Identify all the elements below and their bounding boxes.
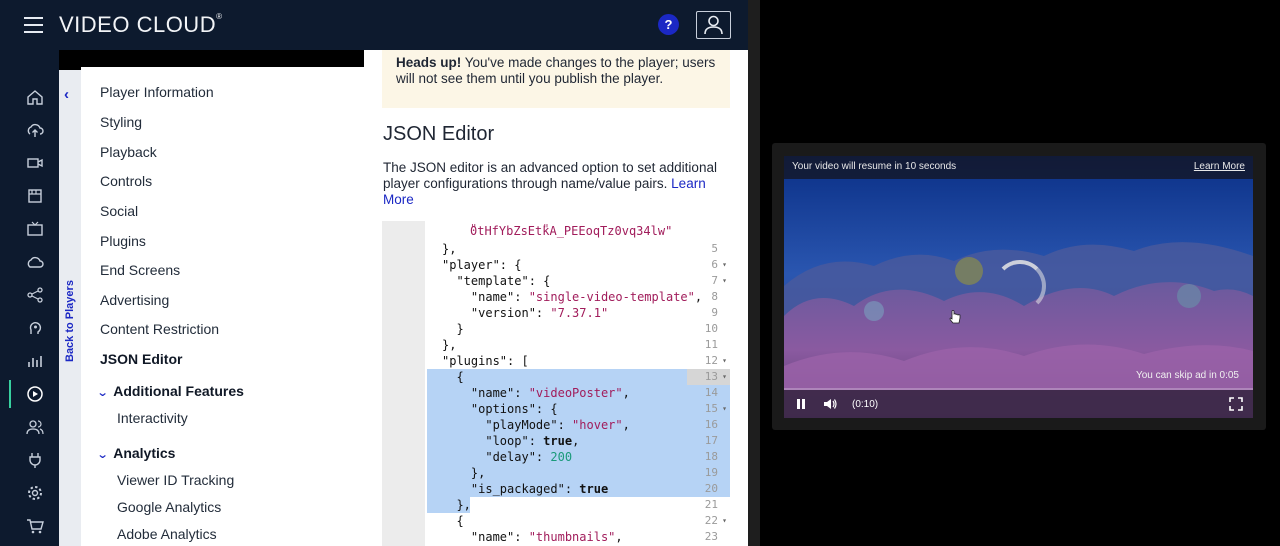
- code-line: "delay": 200: [442, 450, 573, 464]
- sidebar-item-playback[interactable]: Playback: [100, 144, 157, 160]
- code-line: },: [442, 338, 457, 352]
- upload-icon[interactable]: [14, 116, 54, 144]
- sidebar-item-adobe-analytics[interactable]: Adobe Analytics: [117, 526, 217, 542]
- line-number: 15: [687, 401, 730, 417]
- main-content: Heads up! You've made changes to the pla…: [364, 50, 748, 546]
- audience-icon[interactable]: [14, 314, 54, 342]
- line-number: 20: [704, 482, 718, 495]
- fullscreen-icon[interactable]: [1229, 397, 1243, 411]
- playback-time: (0:10): [852, 399, 879, 410]
- sidebar-item-interactivity[interactable]: Interactivity: [117, 410, 188, 426]
- code-line: "playMode": "hover",: [442, 418, 630, 432]
- code-line: "player": {: [442, 258, 522, 272]
- code-line: "name": "single-video-template",: [442, 290, 703, 304]
- code-line: "plugins": [: [442, 354, 529, 368]
- code-line: {: [442, 514, 464, 528]
- film-icon[interactable]: [14, 182, 54, 210]
- code-line: "template": {: [442, 274, 551, 288]
- gear-icon[interactable]: [14, 479, 54, 507]
- line-number: 10: [704, 322, 718, 335]
- sidebar-group-additional-features[interactable]: ⌄ Additional Features: [96, 383, 244, 399]
- line-number: 22: [687, 513, 730, 529]
- cart-icon[interactable]: [14, 512, 54, 540]
- code-line: "version": "7.37.1": [442, 306, 609, 320]
- video-player[interactable]: Your video will resume in 10 seconds Lea…: [784, 156, 1253, 418]
- line-number: 19: [704, 466, 718, 479]
- line-number: 17: [704, 434, 718, 447]
- home-icon[interactable]: [14, 83, 54, 111]
- tv-icon[interactable]: [14, 215, 54, 243]
- chevron-down-icon: ⌄: [96, 387, 109, 399]
- sidebar-item-controls[interactable]: Controls: [100, 173, 152, 189]
- pane-divider[interactable]: [748, 0, 760, 546]
- chevron-down-icon: ⌄: [96, 449, 109, 461]
- code-line: },: [442, 466, 486, 480]
- sidebar-group-analytics[interactable]: ⌄ Analytics: [96, 445, 176, 461]
- line-number: 13: [687, 369, 730, 385]
- players-icon[interactable]: [9, 380, 49, 408]
- alert-heading: Heads up!: [396, 55, 462, 70]
- player-settings-sidebar: Player Information Styling Playback Cont…: [81, 67, 364, 546]
- line-number: 12: [687, 353, 730, 369]
- sidebar-item-json-editor[interactable]: JSON Editor: [100, 351, 182, 367]
- sidebar-item-player-information[interactable]: Player Information: [100, 84, 214, 100]
- line-number-gutter: [382, 221, 425, 546]
- line-number: 11: [704, 338, 718, 351]
- line-number: 21: [704, 498, 718, 511]
- volume-icon[interactable]: [822, 396, 838, 412]
- code-fragment: 0tHfYbZsEtkA_PEEoqTz0vq34lw": [470, 224, 673, 238]
- loading-spinner-icon: [994, 260, 1046, 312]
- code-line: }: [442, 322, 464, 336]
- line-number: 18: [704, 450, 718, 463]
- sidebar-item-plugins[interactable]: Plugins: [100, 233, 146, 249]
- pause-icon[interactable]: [794, 397, 808, 411]
- line-number: 16: [704, 418, 718, 431]
- player-control-bar: (0:10): [784, 390, 1253, 418]
- line-number: 7: [687, 273, 730, 289]
- user-icon: [704, 15, 723, 35]
- code-line: "options": {: [442, 402, 558, 416]
- unpublished-changes-alert: Heads up! You've made changes to the pla…: [382, 50, 730, 108]
- line-number: 23: [704, 530, 718, 543]
- code-line: "loop": true,: [442, 434, 580, 448]
- page-title: JSON Editor: [383, 123, 495, 145]
- chevron-left-icon[interactable]: ‹: [64, 86, 69, 103]
- mouse-pointer-icon: [949, 310, 961, 324]
- sidebar-item-social[interactable]: Social: [100, 203, 138, 219]
- line-number: 5: [711, 242, 718, 255]
- code-line: },: [442, 498, 471, 512]
- skip-ad-countdown: You can skip ad in 0:05: [1135, 370, 1239, 381]
- code-line: },: [442, 242, 457, 256]
- editor-description: The JSON editor is an advanced option to…: [383, 160, 717, 207]
- code-line: "name": "videoPoster",: [442, 386, 630, 400]
- code-line: "is_packaged": true: [442, 482, 609, 496]
- line-number: 14: [704, 386, 718, 399]
- top-bar: VIDEO CLOUD® ?: [0, 0, 748, 50]
- analytics-icon[interactable]: [14, 347, 54, 375]
- sidebar-item-end-screens[interactable]: End Screens: [100, 262, 180, 278]
- plug-icon[interactable]: [14, 446, 54, 474]
- ad-learn-more-link[interactable]: Learn More: [1194, 161, 1245, 172]
- json-code-editor[interactable]: "..._._._." 0tHfYbZsEtkA_PEEoqTz0vq34lw"…: [382, 221, 730, 546]
- sidebar-item-styling[interactable]: Styling: [100, 114, 142, 130]
- user-account-button[interactable]: [696, 11, 731, 39]
- ad-notice-bar: Your video will resume in 10 seconds Lea…: [784, 156, 1253, 179]
- sidebar-item-content-restriction[interactable]: Content Restriction: [100, 321, 219, 337]
- cloud-icon[interactable]: [14, 248, 54, 276]
- app-brand[interactable]: VIDEO CLOUD®: [59, 12, 223, 38]
- ad-resume-countdown: Your video will resume in 10 seconds: [792, 161, 957, 172]
- sidebar-item-advertising[interactable]: Advertising: [100, 292, 169, 308]
- video-camera-icon[interactable]: [14, 149, 54, 177]
- code-line: "name": "thumbnails",: [442, 530, 623, 544]
- line-number: 9: [711, 306, 718, 319]
- line-number: 6: [687, 257, 730, 273]
- back-to-players-link[interactable]: Back to Players: [64, 262, 76, 362]
- hamburger-menu-icon[interactable]: [24, 17, 43, 33]
- sidebar-item-viewer-id-tracking[interactable]: Viewer ID Tracking: [117, 472, 234, 488]
- code-line: {: [442, 370, 464, 384]
- share-icon[interactable]: [14, 281, 54, 309]
- users-icon[interactable]: [14, 413, 54, 441]
- help-icon[interactable]: ?: [658, 14, 679, 35]
- sidebar-item-google-analytics[interactable]: Google Analytics: [117, 499, 221, 515]
